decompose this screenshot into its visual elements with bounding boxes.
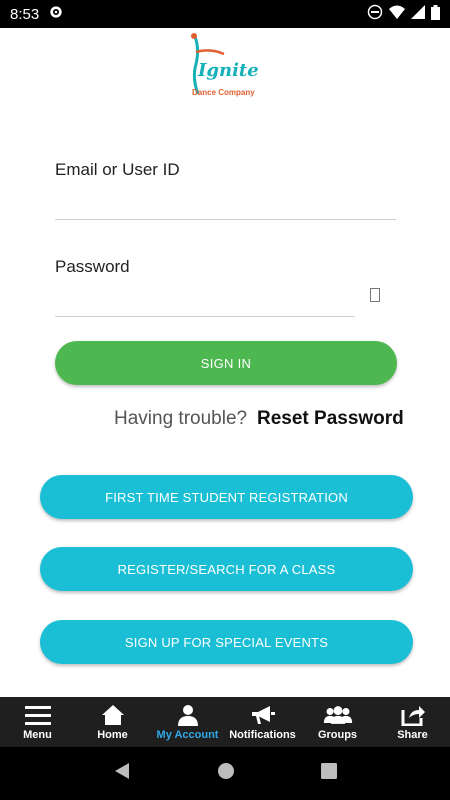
status-bar: 8:53: [0, 0, 450, 28]
first-time-registration-button[interactable]: FIRST TIME STUDENT REGISTRATION: [40, 475, 413, 519]
system-navigation-bar: [0, 747, 450, 800]
app-logo: Ignite Dance Company: [170, 30, 280, 100]
share-icon: [398, 703, 428, 727]
register-search-class-button[interactable]: REGISTER/SEARCH FOR A CLASS: [40, 547, 413, 591]
nav-groups[interactable]: Groups: [300, 697, 375, 747]
special-events-button[interactable]: SIGN UP FOR SPECIAL EVENTS: [40, 620, 413, 664]
signal-icon: [411, 5, 425, 23]
email-field[interactable]: [55, 192, 396, 220]
megaphone-icon: [248, 703, 278, 727]
dnd-icon: [367, 4, 383, 24]
nav-home[interactable]: Home: [75, 697, 150, 747]
nav-menu-label: Menu: [23, 729, 52, 741]
back-icon[interactable]: [113, 762, 131, 785]
sign-in-button[interactable]: SIGN IN: [55, 341, 397, 385]
email-label: Email or User ID: [55, 160, 180, 179]
menu-icon: [23, 703, 53, 727]
nav-notifications-label: Notifications: [229, 729, 296, 741]
password-label: Password: [55, 257, 130, 276]
logo-subtitle: Dance Company: [192, 88, 255, 97]
password-field[interactable]: [55, 289, 355, 317]
logo-word: Ignite: [198, 60, 259, 81]
status-time: 8:53: [10, 5, 40, 23]
nav-my-account[interactable]: My Account: [150, 697, 225, 747]
nav-my-account-label: My Account: [156, 729, 219, 741]
nav-menu[interactable]: Menu: [0, 697, 75, 747]
account-icon: [173, 703, 203, 727]
eye-icon[interactable]: [370, 288, 380, 302]
nav-groups-label: Groups: [317, 729, 358, 741]
nav-share-label: Share: [397, 729, 428, 741]
settings-icon: [49, 5, 63, 24]
battery-icon: [431, 4, 440, 24]
nav-notifications[interactable]: Notifications: [225, 697, 300, 747]
groups-icon: [323, 703, 353, 727]
reset-password-link[interactable]: Reset Password: [257, 408, 404, 430]
wifi-icon: [389, 5, 405, 23]
trouble-text: Having trouble?: [114, 408, 248, 429]
nav-share[interactable]: Share: [375, 697, 450, 747]
nav-home-label: Home: [97, 729, 128, 741]
bottom-navigation: Menu Home My Account Notifications Group…: [0, 697, 450, 747]
recents-icon[interactable]: [321, 763, 337, 784]
home-icon: [98, 703, 128, 727]
home-circle-icon[interactable]: [217, 762, 235, 785]
